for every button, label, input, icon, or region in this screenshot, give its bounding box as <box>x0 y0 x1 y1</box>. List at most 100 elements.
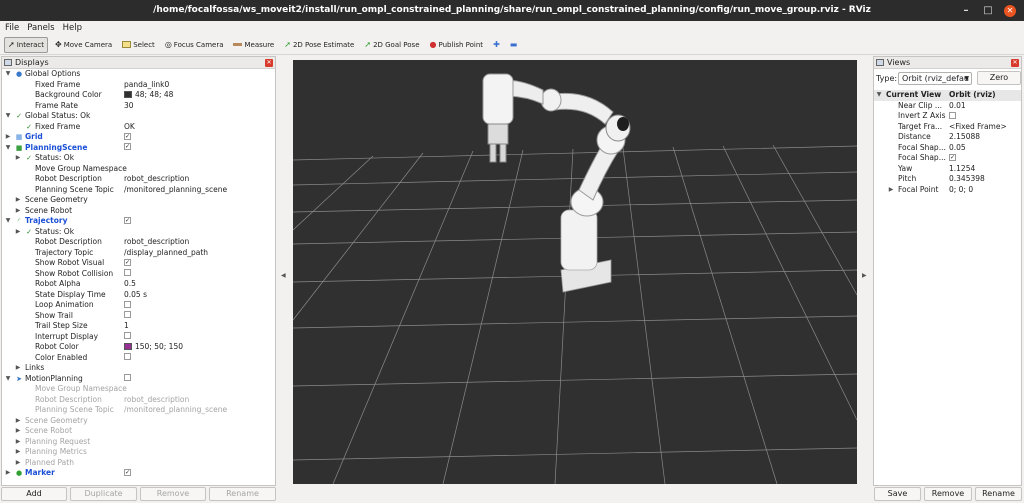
collapsed-arrow-icon[interactable]: ▶ <box>15 195 21 206</box>
collapsed-arrow-icon[interactable]: ▶ <box>5 132 11 143</box>
zero-button[interactable]: Zero <box>977 71 1021 85</box>
collapsed-arrow-icon[interactable]: ▶ <box>15 363 21 374</box>
color-swatch[interactable] <box>124 90 132 98</box>
display-row-value[interactable]: /monitored_planning_scene <box>124 405 227 416</box>
display-row-value[interactable] <box>124 300 131 311</box>
expand-arrow-icon[interactable]: ▼ <box>876 90 882 101</box>
checkbox[interactable] <box>124 374 131 381</box>
rename-button[interactable]: Rename <box>209 487 276 501</box>
display-row[interactable]: Robot Description robot_description <box>2 237 275 248</box>
display-row[interactable]: Color Enabled <box>2 353 275 364</box>
display-row-value[interactable]: ✓ <box>124 143 131 154</box>
save-view-button[interactable]: Save <box>874 487 921 501</box>
expand-arrow-icon[interactable]: ▼ <box>5 143 11 154</box>
display-row[interactable]: ✓ Fixed Frame OK <box>2 122 275 133</box>
checkbox[interactable]: ✓ <box>124 258 131 266</box>
display-row-value[interactable]: 0.05 s <box>124 290 147 301</box>
tool-select[interactable]: Select <box>119 37 158 53</box>
checkbox[interactable]: ✓ <box>949 153 956 161</box>
left-splitter[interactable]: ◀ <box>279 60 289 484</box>
checkbox[interactable]: ✓ <box>124 143 131 150</box>
collapsed-arrow-icon[interactable]: ▶ <box>15 458 21 469</box>
view-type-select[interactable]: Orbit (rviz_defau ▼ <box>898 72 972 85</box>
display-row[interactable]: Move Group Namespace <box>2 164 275 175</box>
display-row-value[interactable]: robot_description <box>124 395 189 406</box>
collapsed-arrow-icon[interactable]: ▶ <box>15 426 21 437</box>
display-row[interactable]: ▼ ■ PlanningScene ✓ <box>2 143 275 154</box>
view-property-row[interactable]: Focal Shap... 0.05 <box>874 143 1021 154</box>
view-property-row[interactable]: Near Clip ... 0.01 <box>874 101 1021 112</box>
view-property-value[interactable]: 0; 0; 0 <box>949 185 973 196</box>
view-property-row[interactable]: ▶ Focal Point 0; 0; 0 <box>874 185 1021 196</box>
view-property-value[interactable]: 0.05 <box>949 143 966 154</box>
display-row[interactable]: ▶ Scene Robot <box>2 206 275 217</box>
collapsed-arrow-icon[interactable]: ▶ <box>15 206 21 217</box>
duplicate-button[interactable]: Duplicate <box>70 487 137 501</box>
display-row[interactable]: Show Robot Collision <box>2 269 275 280</box>
checkbox[interactable] <box>124 353 131 360</box>
menu-file[interactable]: File <box>5 21 19 35</box>
close-icon[interactable]: ✕ <box>1004 4 1016 17</box>
rename-view-button[interactable]: Rename <box>975 487 1022 501</box>
display-row-value[interactable] <box>124 374 131 385</box>
view-property-value[interactable]: ✓ <box>949 153 956 164</box>
checkbox[interactable] <box>124 332 131 339</box>
display-row[interactable]: ▶ ● Marker ✓ <box>2 468 275 479</box>
display-row[interactable]: Trail Step Size 1 <box>2 321 275 332</box>
close-icon[interactable]: ✕ <box>1011 59 1019 67</box>
collapse-right-icon[interactable]: ▶ <box>862 272 867 279</box>
display-row[interactable]: ▼ ➤ MotionPlanning <box>2 374 275 385</box>
display-row[interactable]: ▶ Planning Request <box>2 437 275 448</box>
display-row[interactable]: ▶ Links <box>2 363 275 374</box>
minimize-icon[interactable]: – <box>960 5 972 17</box>
menu-help[interactable]: Help <box>63 21 82 35</box>
current-view-row[interactable]: ▼ Current View Orbit (rviz) <box>874 90 1021 101</box>
checkbox[interactable] <box>124 311 131 318</box>
collapsed-arrow-icon[interactable]: ▶ <box>15 153 21 164</box>
display-row-value[interactable] <box>124 353 131 364</box>
expand-arrow-icon[interactable]: ▼ <box>5 69 11 80</box>
display-row[interactable]: ▶ ▦ Grid ✓ <box>2 132 275 143</box>
display-row-value[interactable]: robot_description <box>124 237 189 248</box>
tool-2d-pose-estimate[interactable]: ➚ 2D Pose Estimate <box>281 37 357 53</box>
tool-focus-camera[interactable]: ◎ Focus Camera <box>162 37 227 53</box>
display-row-value[interactable]: 1 <box>124 321 129 332</box>
menu-panels[interactable]: Panels <box>27 21 54 35</box>
display-row-value[interactable]: 30 <box>124 101 134 112</box>
view-property-row[interactable]: Invert Z Axis <box>874 111 1021 122</box>
add-button[interactable]: Add <box>1 487 67 501</box>
display-row[interactable]: Robot Description robot_description <box>2 174 275 185</box>
display-row[interactable]: Robot Alpha 0.5 <box>2 279 275 290</box>
view-property-row[interactable]: Pitch 0.345398 <box>874 174 1021 185</box>
remove-view-button[interactable]: Remove <box>924 487 972 501</box>
tool-2d-goal-pose[interactable]: ➚ 2D Goal Pose <box>361 37 422 53</box>
remove-button[interactable]: Remove <box>140 487 206 501</box>
checkbox[interactable]: ✓ <box>124 468 131 476</box>
view-property-value[interactable]: 1.1254 <box>949 164 975 175</box>
view-property-value[interactable]: 2.15088 <box>949 132 980 143</box>
tool-add[interactable]: ✚ <box>490 37 503 53</box>
display-row[interactable]: Robot Description robot_description <box>2 395 275 406</box>
display-row[interactable]: State Display Time 0.05 s <box>2 290 275 301</box>
view-property-row[interactable]: Target Fra... <Fixed Frame> <box>874 122 1021 133</box>
expand-arrow-icon[interactable]: ▼ <box>5 374 11 385</box>
view-property-value[interactable]: 0.01 <box>949 101 966 112</box>
view-property-value[interactable] <box>949 111 956 122</box>
display-row[interactable]: Planning Scene Topic/monitored_planning_… <box>2 185 275 196</box>
display-row-value[interactable]: OK <box>124 122 135 133</box>
view-property-row[interactable]: Distance 2.15088 <box>874 132 1021 143</box>
checkbox[interactable]: ✓ <box>124 132 131 140</box>
display-row-value[interactable] <box>124 311 131 322</box>
right-splitter[interactable]: ▶ <box>860 60 870 484</box>
display-row[interactable]: ▶ Planning Metrics <box>2 447 275 458</box>
display-row[interactable]: ▶ ✓ Status: Ok <box>2 227 275 238</box>
collapsed-arrow-icon[interactable]: ▶ <box>15 437 21 448</box>
display-row-value[interactable]: /monitored_planning_scene <box>124 185 227 196</box>
display-row[interactable]: Fixed Frame panda_link0 <box>2 80 275 91</box>
view-property-row[interactable]: Yaw 1.1254 <box>874 164 1021 175</box>
display-row-value[interactable]: 0.5 <box>124 279 136 290</box>
view-property-value[interactable]: <Fixed Frame> <box>949 122 1007 133</box>
display-row-value[interactable]: ✓ <box>124 468 131 479</box>
display-row-value[interactable]: 48; 48; 48 <box>124 90 173 101</box>
view-property-value[interactable]: 0.345398 <box>949 174 985 185</box>
